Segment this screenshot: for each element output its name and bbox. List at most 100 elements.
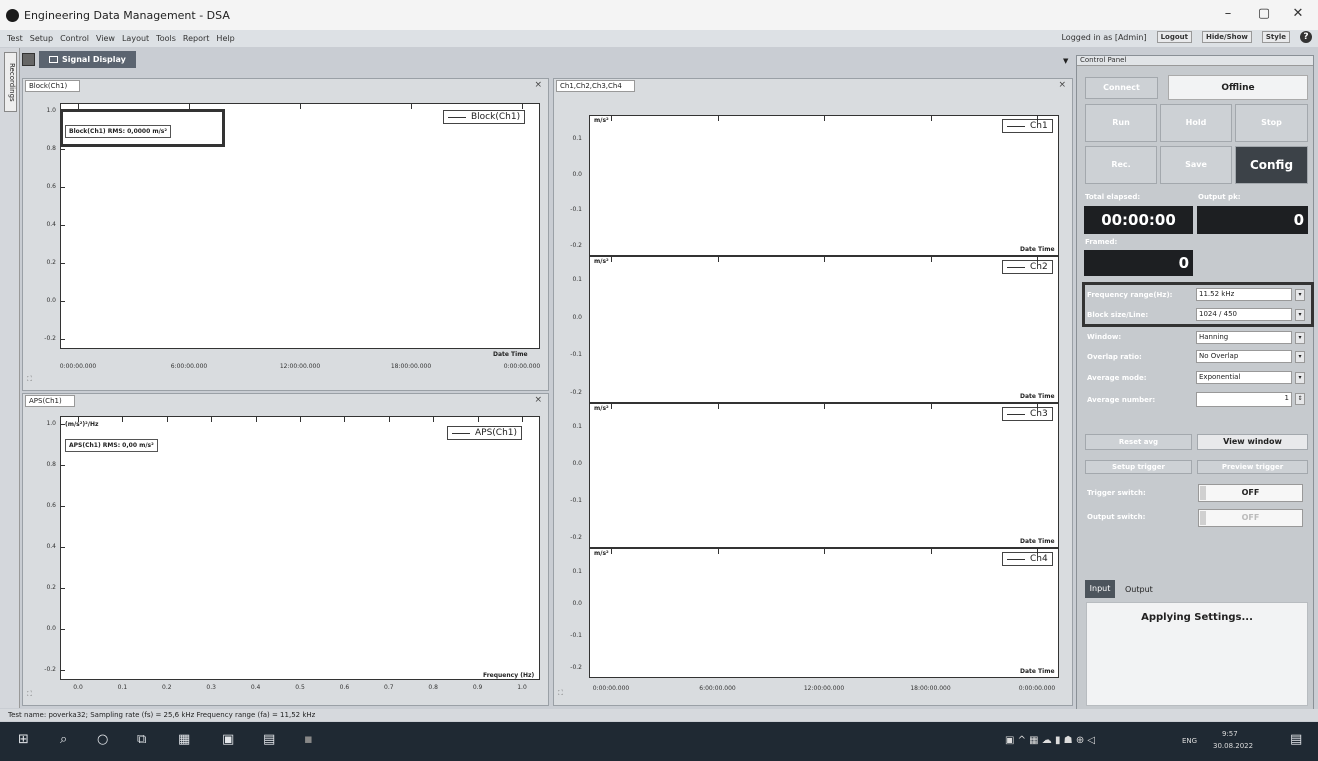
chevron-down-icon[interactable]: ▾ [1295, 289, 1305, 301]
language-indicator[interactable]: ENG [1182, 737, 1197, 745]
connection-status: Offline [1168, 75, 1308, 100]
trigger-toggle[interactable]: OFF [1198, 484, 1303, 502]
window-select[interactable]: Hanning [1196, 331, 1292, 344]
help-icon[interactable]: ? [1300, 31, 1312, 43]
cortana-icon[interactable]: ○ [97, 732, 108, 747]
framed-display: 0 [1084, 250, 1193, 276]
aps-plot[interactable] [60, 416, 540, 680]
rec-button[interactable]: Rec. [1085, 146, 1157, 184]
block-tab[interactable]: Block(Ch1) [25, 80, 81, 92]
y-tick-mark [60, 506, 65, 507]
block-size-select[interactable]: 1024 / 450 [1196, 308, 1292, 321]
tab-signal-display[interactable]: Signal Display [39, 50, 136, 68]
dsa-app-icon[interactable]: ▪ [304, 732, 313, 747]
block-size-label: Block size/Line: [1087, 311, 1149, 319]
stop-button[interactable]: Stop [1235, 104, 1308, 142]
setup-trigger-button[interactable]: Setup trigger [1085, 460, 1192, 474]
app-icon[interactable]: ▦ [178, 732, 190, 747]
style-button[interactable]: Style [1261, 31, 1290, 43]
maximize-button[interactable]: ▢ [1254, 6, 1274, 21]
menu-help[interactable]: Help [216, 34, 234, 43]
channel-plot[interactable] [589, 548, 1059, 678]
clock-date[interactable]: 30.08.2022 [1213, 742, 1253, 750]
word-icon[interactable]: ▤ [263, 732, 275, 747]
task-view-icon[interactable]: ⧉ [137, 732, 146, 747]
average-number-label: Average number: [1087, 396, 1156, 404]
average-mode-select[interactable]: Exponential [1196, 371, 1292, 384]
output-toggle[interactable]: OFF [1198, 509, 1303, 527]
menu-report[interactable]: Report [183, 34, 210, 43]
search-icon[interactable]: ⌕ [60, 732, 67, 747]
view-window-button[interactable]: View window [1197, 434, 1308, 450]
y-tick-label: -0.2 [570, 534, 582, 541]
menu-tools[interactable]: Tools [156, 34, 176, 43]
channel-plot[interactable] [589, 403, 1059, 548]
chevron-down-icon[interactable]: ▾ [1295, 351, 1305, 363]
zoom-icon[interactable]: ⛶ [27, 690, 32, 699]
chevron-down-icon[interactable]: ▾ [1295, 309, 1305, 321]
y-tick-label: 0.1 [572, 568, 582, 575]
multi-tab[interactable]: Ch1,Ch2,Ch3,Ch4 [556, 80, 635, 92]
y-tick-label: 0.8 [46, 461, 56, 468]
overlap-select[interactable]: No Overlap [1196, 350, 1292, 363]
channel-plot[interactable] [589, 256, 1059, 403]
reset-avg-button[interactable]: Reset avg [1085, 434, 1192, 450]
chevron-down-icon[interactable]: ▾ [1295, 332, 1305, 344]
x-tick-mark [1037, 549, 1038, 554]
channel-unit-label: m/s² [594, 117, 609, 124]
y-tick-mark [60, 225, 65, 226]
channel-plot[interactable] [589, 115, 1059, 256]
aps-tab[interactable]: APS(Ch1) [25, 395, 75, 407]
tabs-dropdown-icon[interactable]: ▼ [1063, 57, 1068, 65]
tab-input[interactable]: Input [1085, 580, 1115, 598]
save-button[interactable]: Save [1160, 146, 1232, 184]
minimize-button[interactable]: – [1218, 6, 1238, 21]
stepper-icon[interactable]: ⇕ [1295, 393, 1305, 405]
y-tick-label: -0.1 [570, 497, 582, 504]
zoom-icon[interactable]: ⛶ [558, 689, 563, 698]
clock-time[interactable]: 9:57 [1222, 730, 1238, 738]
chevron-down-icon[interactable]: ▾ [1295, 372, 1305, 384]
x-tick-label: 0.2 [162, 684, 172, 691]
recordings-tab[interactable]: Recordings [4, 52, 17, 112]
x-tick-mark [611, 549, 612, 554]
hold-button[interactable]: Hold [1160, 104, 1232, 142]
tab-output[interactable]: Output [1125, 585, 1153, 594]
menu-view[interactable]: View [96, 34, 115, 43]
aps-close-icon[interactable]: × [534, 395, 542, 405]
x-tick-label: 0.3 [206, 684, 216, 691]
window-label: Window: [1087, 333, 1122, 341]
preview-trigger-button[interactable]: Preview trigger [1197, 460, 1308, 474]
average-number-input[interactable]: 1 [1196, 392, 1292, 407]
close-button[interactable]: ✕ [1288, 6, 1308, 21]
menu-test[interactable]: Test [7, 34, 23, 43]
menu-layout[interactable]: Layout [122, 34, 149, 43]
windows-start-icon[interactable]: ⊞ [18, 732, 29, 747]
y-tick-label: -0.1 [570, 206, 582, 214]
menu-setup[interactable]: Setup [30, 34, 53, 43]
excel-icon[interactable]: ▣ [222, 732, 234, 747]
y-tick-label: -0.2 [570, 389, 582, 396]
logout-button[interactable]: Logout [1156, 31, 1193, 43]
app-logo-icon [6, 8, 19, 22]
layout-icon[interactable] [22, 52, 35, 66]
x-tick-label: 0:00:00.000 [592, 685, 630, 692]
x-tick-mark [717, 404, 719, 409]
zoom-icon[interactable]: ⛶ [27, 375, 32, 384]
tray-icons[interactable]: ▣ ^ ▦ ☁ ▮ ☗ ⊕ ◁ [1005, 735, 1095, 746]
freq-range-select[interactable]: 11.52 kHz [1196, 288, 1292, 301]
multi-close-icon[interactable]: × [1058, 80, 1066, 90]
aps-legend: APS(Ch1) [447, 426, 523, 440]
taskbar: ⊞ ⌕ ○ ⧉ ▦ ▣ ▤ ▪ ▣ ^ ▦ ☁ ▮ ☗ ⊕ ◁ ENG 9:57… [0, 722, 1318, 761]
run-button[interactable]: Run [1085, 104, 1157, 142]
x-tick-mark [166, 417, 168, 422]
notification-icon[interactable]: ▤ [1290, 732, 1302, 747]
x-tick-mark [477, 417, 479, 422]
connect-button[interactable]: Connect [1085, 77, 1158, 99]
hide-show-button[interactable]: Hide/Show [1202, 31, 1252, 43]
menu-control[interactable]: Control [60, 34, 89, 43]
block-close-icon[interactable]: × [534, 80, 542, 90]
x-tick-label: 0.0 [73, 684, 83, 691]
y-tick-mark [60, 629, 65, 630]
config-button[interactable]: Config [1235, 146, 1308, 184]
